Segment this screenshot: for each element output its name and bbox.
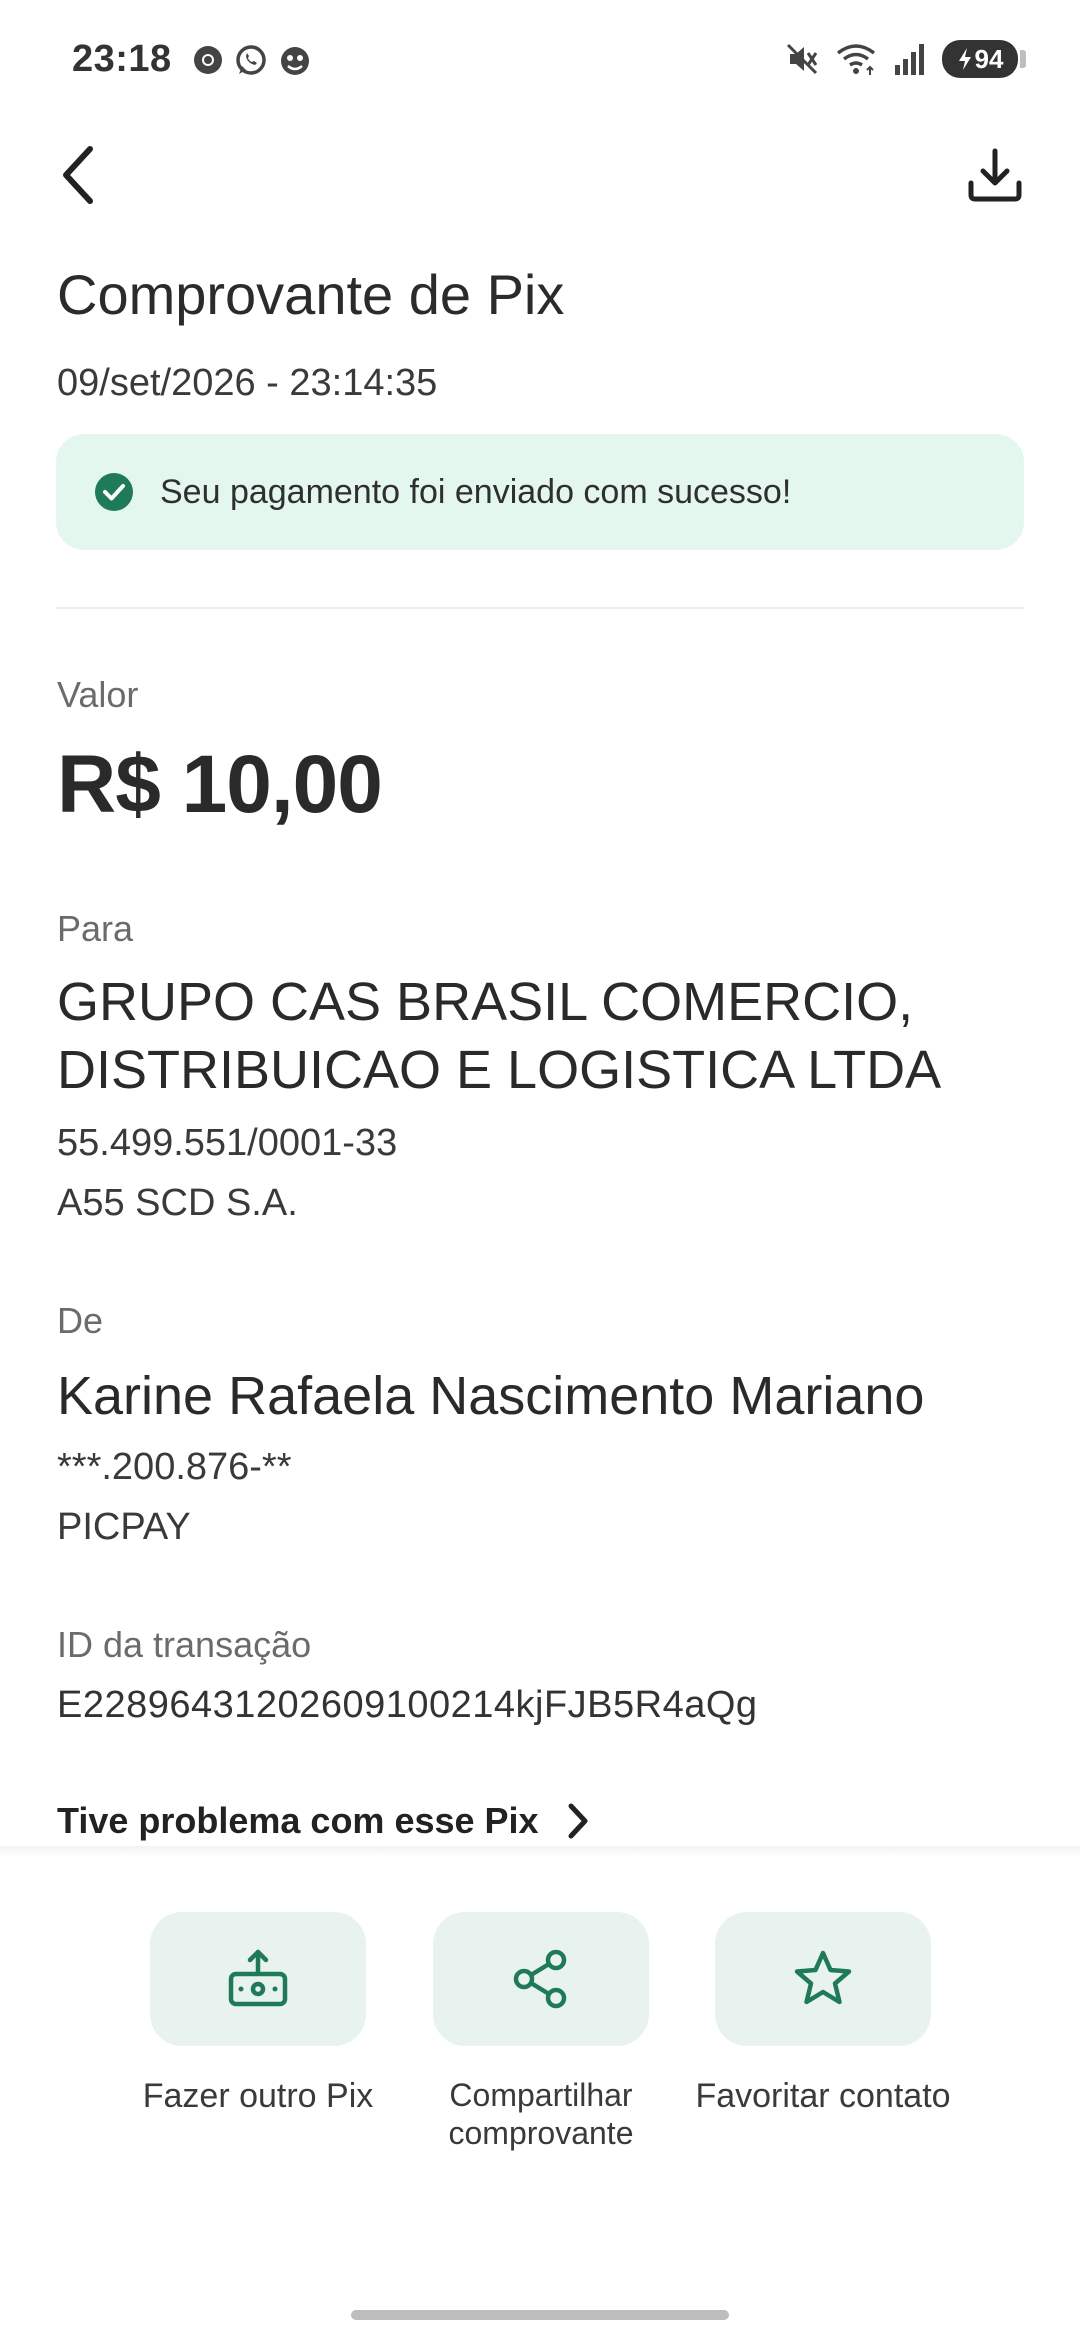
chevron-left-icon (63, 146, 93, 204)
divider (56, 607, 1024, 609)
page-title: Comprovante de Pix (57, 263, 565, 326)
mute-icon (786, 43, 818, 75)
share-receipt-label: Compartilhar comprovante (448, 2077, 634, 2151)
share-receipt-button[interactable] (433, 1912, 649, 2046)
transaction-datetime: 09/set/2026 - 23:14:35 (57, 362, 438, 404)
wifi-icon (836, 44, 876, 75)
favorite-contact-button[interactable] (715, 1912, 931, 2046)
success-message: Seu pagamento foi enviado com sucesso! (160, 472, 792, 511)
sender-document: ***.200.876-** (57, 1446, 292, 1488)
battery-level: 94 (974, 43, 1004, 74)
signal-icon (895, 44, 924, 75)
share-receipt-action[interactable]: Compartilhar comprovante (433, 1912, 649, 2152)
back-button[interactable] (50, 140, 106, 210)
recipient-label: Para (57, 908, 134, 949)
money-transfer-icon (228, 1949, 288, 2007)
chrome-icon (194, 46, 222, 74)
home-indicator[interactable] (351, 2310, 729, 2320)
recipient-name: GRUPO CAS BRASIL COMERCIO, DISTRIBUICAO … (57, 972, 942, 1100)
problem-link[interactable]: Tive problema com esse Pix (57, 1800, 589, 1842)
share-icon (513, 1949, 567, 2009)
star-icon (794, 1950, 852, 2005)
bottom-panel-separator (0, 1846, 1080, 1856)
status-time: 23:18 (72, 38, 172, 80)
sender-name: Karine Rafaela Nascimento Mariano (57, 1366, 925, 1426)
make-another-pix-action[interactable]: Fazer outro Pix (143, 1912, 373, 2118)
success-banner: Seu pagamento foi enviado com sucesso! (56, 434, 1024, 550)
whatsapp-icon (236, 45, 266, 75)
transaction-id-label: ID da transação (57, 1624, 312, 1665)
download-button[interactable] (960, 140, 1030, 210)
favorite-contact-action[interactable]: Favoritar contato (695, 1912, 951, 2118)
status-right-icons: 94 (784, 40, 1026, 78)
make-another-pix-label: Fazer outro Pix (142, 2077, 374, 2115)
recipient-document: 55.499.551/0001-33 (57, 1122, 398, 1164)
recipient-bank: A55 SCD S.A. (57, 1182, 298, 1224)
favorite-contact-label: Favoritar contato (695, 2077, 951, 2115)
amount-label: Valor (57, 674, 139, 715)
transaction-id-value: E22896431202609100214kjFJB5R4aQg (57, 1684, 758, 1726)
chevron-right-icon (568, 1803, 588, 1839)
status-app-icons (192, 44, 312, 78)
sender-bank: PICPAY (57, 1506, 191, 1548)
sender-label: De (57, 1300, 104, 1341)
make-another-pix-button[interactable] (150, 1912, 366, 2046)
check-circle-icon (95, 473, 133, 511)
battery-icon: 94 (942, 40, 1026, 78)
amount-value: R$ 10,00 (57, 739, 383, 830)
download-icon (968, 148, 1022, 202)
problem-link-label: Tive problema com esse Pix (57, 1800, 539, 1841)
app-icon (281, 47, 309, 75)
